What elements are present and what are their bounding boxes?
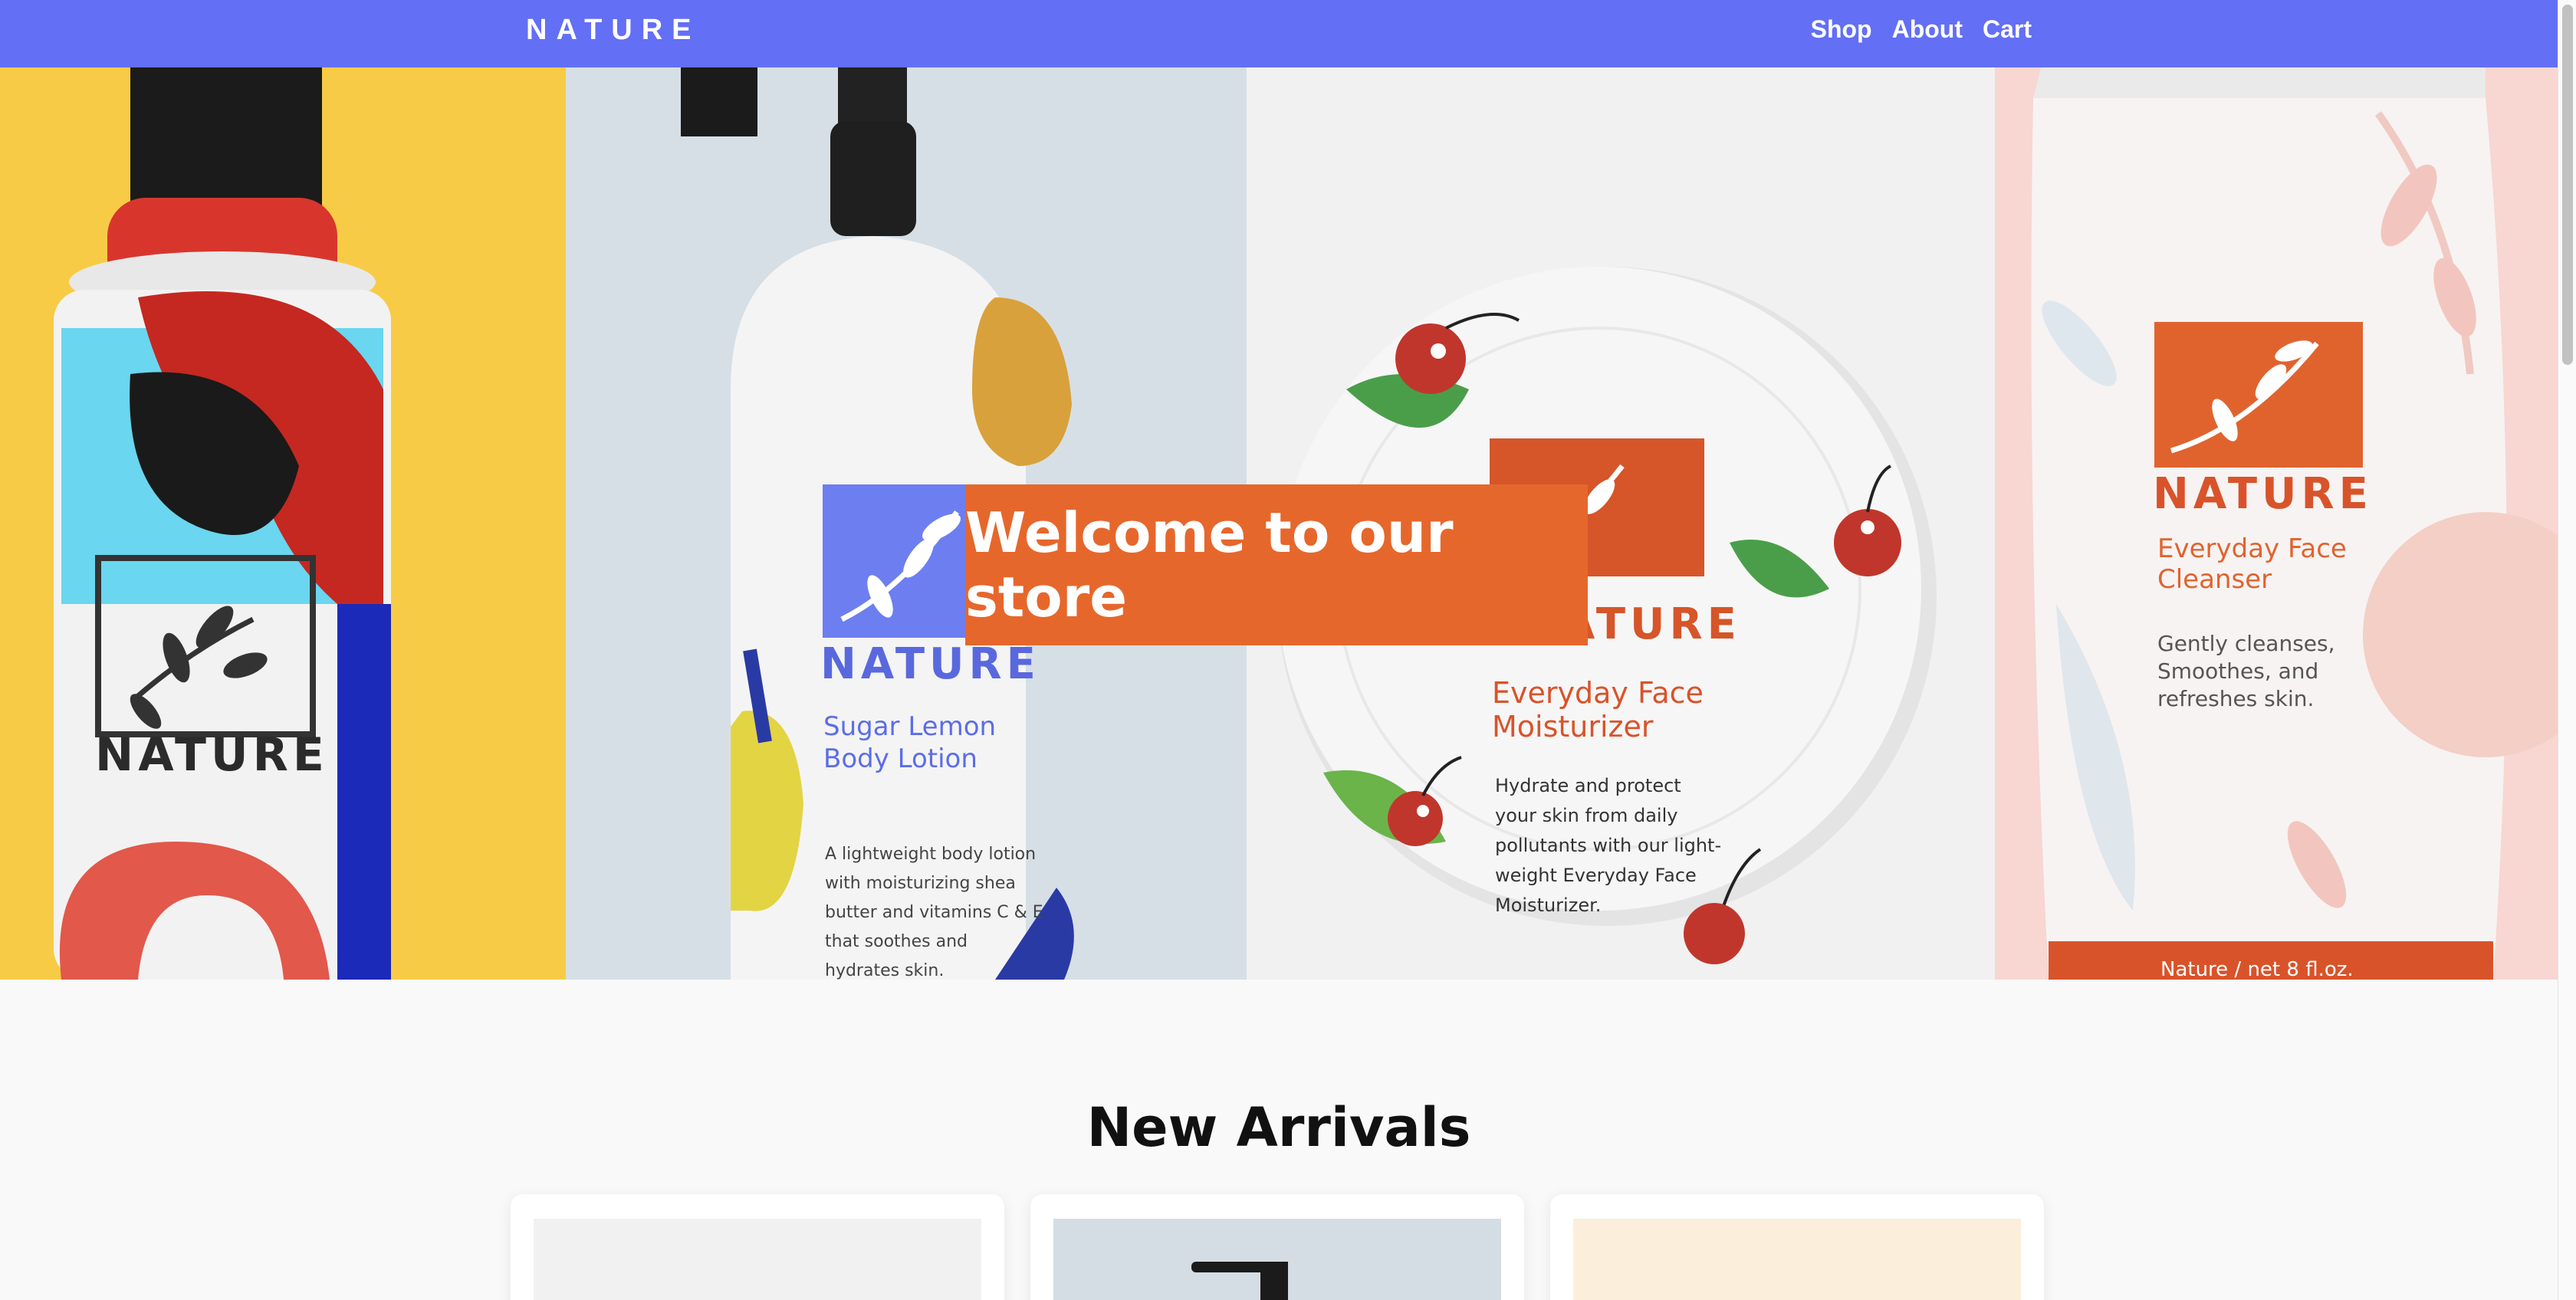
body-lotion-name-line1: Sugar Lemon <box>823 711 997 742</box>
window-scrollbar[interactable] <box>2558 0 2576 1300</box>
welcome-heading: Welcome to our store <box>965 501 1454 629</box>
moisturizer-name-line1: Everyday Face <box>1492 676 1704 710</box>
hero-banner: NATURE NATURE Sugar Lemon Body Lotion A … <box>0 67 2558 980</box>
product-card-image[interactable] <box>1573 1219 2021 1300</box>
body-lotion-desc-line: with moisturizing shea <box>825 874 1016 893</box>
welcome-banner: Welcome to our store <box>965 484 1588 645</box>
cleanser-net-weight: Nature / net 8 fl.oz. <box>2160 958 2354 980</box>
new-arrivals-heading: New Arrivals <box>1086 1096 1471 1159</box>
top-navbar: NATURE Shop About Cart <box>0 0 2558 67</box>
body-lotion-desc-line: A lightweight body lotion <box>825 845 1037 864</box>
moisturizer-desc-line: Moisturizer. <box>1495 895 1602 916</box>
brand-logo[interactable]: NATURE <box>526 14 701 47</box>
hero-panel-cleanser: NATURE Everyday Face Cleanser Gently cle… <box>1995 67 2558 980</box>
box-product-thumbnail <box>1573 1219 2021 1300</box>
product-card[interactable] <box>1550 1194 2044 1300</box>
page: NATURE Shop About Cart NATURE NATURE Sug… <box>0 0 2576 1300</box>
moisturizer-desc-line: pollutants with our light- <box>1495 835 1722 856</box>
body-lotion-name-line2: Body Lotion <box>823 744 978 774</box>
moisturizer-desc-line: Hydrate and protect <box>1495 775 1681 796</box>
cleanser-desc-line: Gently cleanses, <box>2157 631 2335 656</box>
cleanser-name-line1: Everyday Face <box>2157 533 2347 564</box>
moisturizer-desc-line: weight Everyday Face <box>1495 865 1697 886</box>
hero-panel-spray-bottle: NATURE <box>0 67 566 980</box>
cleanser-desc-line: Smoothes, and <box>2157 658 2319 684</box>
spray-bottle-image <box>54 67 391 980</box>
nav-link-cart[interactable]: Cart <box>1983 15 2032 44</box>
product-card[interactable] <box>1030 1194 1524 1300</box>
body-lotion-desc-line: hydrates skin. <box>825 961 945 980</box>
cleanser-description: Gently cleanses, Smoothes, and refreshes… <box>2157 630 2335 713</box>
pump-bottle-thumbnail <box>1191 1262 1288 1300</box>
cleanser-desc-line: refreshes skin. <box>2157 686 2315 711</box>
moisturizer-desc-line: your skin from daily <box>1495 805 1678 826</box>
cleanser-name-line2: Cleanser <box>2157 564 2272 595</box>
product-card-image[interactable] <box>534 1219 981 1300</box>
product-card-image[interactable] <box>1053 1219 1501 1300</box>
product-card[interactable] <box>511 1194 1004 1300</box>
nav-link-shop[interactable]: Shop <box>1811 15 1872 44</box>
spray-bottle-brand: NATURE <box>95 728 329 782</box>
moisturizer-name-line2: Moisturizer <box>1492 710 1654 744</box>
body-lotion-desc-line: that soothes and <box>825 932 968 951</box>
body-lotion-desc-line: butter and vitamins C & E <box>825 903 1043 922</box>
body-lotion-description: A lightweight body lotion with moisturiz… <box>825 840 1043 980</box>
body-lotion-brand: NATURE <box>820 639 1040 689</box>
nav-link-about[interactable]: About <box>1892 15 1963 44</box>
cleanser-brand: NATURE <box>2153 469 2373 519</box>
window-scrollbar-thumb[interactable] <box>2562 5 2573 365</box>
moisturizer-description: Hydrate and protect your skin from daily… <box>1495 771 1721 921</box>
nav-links: Shop About Cart <box>1811 15 2032 44</box>
cleanser-tube-image <box>2031 67 2558 980</box>
